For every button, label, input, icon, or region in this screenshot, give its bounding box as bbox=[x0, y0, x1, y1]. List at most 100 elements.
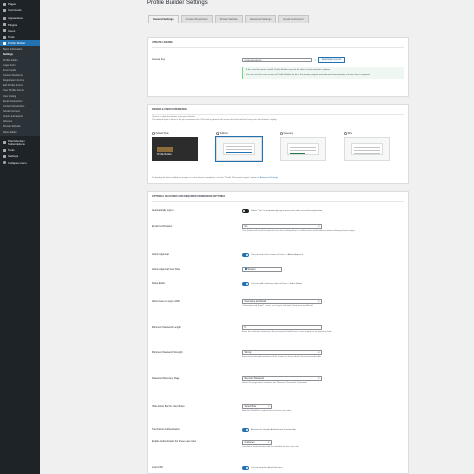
min-password-strength-select[interactable]: Strong bbox=[242, 350, 322, 355]
design-card: Design & User Experience Choose a style … bbox=[147, 104, 409, 184]
two-factor-label: Two-Factor Authentication bbox=[152, 428, 180, 431]
sidebar-item-label: Appearance bbox=[8, 16, 24, 21]
email-confirmation-help: This feature will send an email to new u… bbox=[242, 229, 356, 232]
profile-builder-icon bbox=[3, 41, 6, 45]
license-notice: If the serial becomes invalid, Profile B… bbox=[242, 67, 404, 79]
min-password-length-label: Minimum Password Length bbox=[152, 326, 181, 329]
users-icon bbox=[3, 29, 6, 33]
admin-approval-help: You can find a list of users at Users > … bbox=[251, 254, 304, 257]
design-option-label: Greenery bbox=[283, 133, 294, 135]
min-password-strength-help: A password strength indicator will be sh… bbox=[242, 355, 322, 358]
design-description-2: The default style is there to let you cu… bbox=[152, 119, 278, 121]
checkbox-icon bbox=[244, 268, 247, 270]
sidebar-item-label: Pages bbox=[8, 2, 16, 7]
password-recovery-select[interactable]: Recover Password bbox=[242, 376, 322, 381]
design-footer-note: To display the forms added on a page or … bbox=[152, 177, 260, 179]
sidebar-item-label: Plugins bbox=[8, 22, 18, 27]
sidebar-item-label: Comments bbox=[8, 8, 22, 13]
profile-builder-submenu: Basic Information Settings Profile Field… bbox=[0, 46, 40, 137]
design-option-greenery[interactable]: Greenery bbox=[280, 132, 326, 161]
pages-icon bbox=[3, 2, 6, 6]
authenticator-roles-select[interactable]: Customer bbox=[242, 440, 272, 445]
automatic-login-help: Select "Yes" to automatically log in new… bbox=[251, 210, 323, 213]
radio-slim[interactable] bbox=[344, 132, 347, 135]
plugins-icon bbox=[3, 23, 6, 27]
optional-features-card: Optional Features and Required Permissio… bbox=[147, 191, 409, 474]
license-header: Update License bbox=[152, 41, 173, 44]
design-option-slim[interactable]: Slim bbox=[344, 132, 390, 161]
sidebar-item-label: Paid Member Subscriptions bbox=[8, 138, 25, 146]
wrench-icon bbox=[3, 148, 6, 152]
admin-approval-role-label: Admin Approval User Role bbox=[152, 268, 181, 271]
design-option-label: Sublime bbox=[219, 133, 228, 135]
radio-greenery[interactable] bbox=[280, 132, 283, 135]
license-key-label: License Key bbox=[152, 58, 166, 61]
design-option-label: Default Style bbox=[155, 133, 169, 135]
design-option-default[interactable]: Default Style Profile Builder bbox=[152, 132, 198, 161]
thumbnail-logo-text: Profile Builder bbox=[157, 153, 172, 156]
hide-admin-bar-select[interactable]: Select Role bbox=[242, 404, 272, 409]
roles-editor-help: You can add / edit user roles at Users >… bbox=[251, 283, 303, 286]
sidebar-item-label: Profile Builder bbox=[8, 41, 26, 46]
design-option-sublime[interactable]: Sublime bbox=[215, 132, 263, 162]
login-with-help: "Username and Email" - users can Log In … bbox=[242, 304, 314, 307]
load-css-toggle[interactable] bbox=[242, 466, 249, 470]
subscriptions-icon bbox=[3, 141, 6, 145]
tab-advanced-settings[interactable]: Advanced Settings bbox=[244, 15, 277, 23]
settings-icon bbox=[3, 154, 6, 158]
roles-editor-label: Roles Editor bbox=[152, 282, 166, 285]
radio-sublime[interactable] bbox=[216, 132, 219, 135]
tab-general-settings[interactable]: General Settings bbox=[148, 15, 179, 23]
min-password-length-input[interactable]: 8 bbox=[242, 325, 322, 330]
design-header: Design & User Experience bbox=[152, 108, 187, 111]
email-confirmation-select[interactable]: No bbox=[242, 224, 322, 229]
admin-approval-label: Admin Approval bbox=[152, 253, 169, 256]
load-css-help: You can find the default file here: bbox=[251, 467, 283, 470]
license-key-input[interactable]: ••••••••••••••••••••• bbox=[242, 57, 312, 63]
sidebar-item-label: Settings bbox=[8, 154, 19, 159]
hide-admin-bar-label: Hide Admin Bar for User Roles bbox=[152, 405, 185, 408]
license-notice-text-1: If the serial becomes invalid, Profile B… bbox=[246, 69, 331, 71]
page-title: Profile Builder Settings bbox=[147, 0, 208, 6]
min-password-strength-label: Minimum Password Strength bbox=[152, 351, 183, 354]
appearance-icon bbox=[3, 16, 6, 20]
sidebar-item-label: Tools bbox=[8, 148, 15, 153]
collapse-icon bbox=[3, 161, 6, 165]
advanced-settings-link[interactable]: Advanced Settings bbox=[260, 177, 278, 179]
greenery-thumbnail[interactable] bbox=[280, 137, 326, 161]
email-confirmation-label: Email Confirmation bbox=[152, 225, 173, 228]
profile-builder-logo bbox=[157, 147, 173, 152]
slim-thumbnail[interactable] bbox=[344, 137, 390, 161]
tab-private-website[interactable]: Private Website bbox=[214, 15, 243, 23]
password-recovery-label: Password Recovery Page bbox=[152, 377, 180, 380]
admin-approval-role-select[interactable]: Student bbox=[242, 267, 282, 272]
sidebar-item-paid-member-subscriptions[interactable]: Paid Member Subscriptions bbox=[0, 138, 40, 147]
design-option-label: Slim bbox=[347, 133, 353, 135]
hide-admin-bar-help: Hide the WordPress admin bar for these u… bbox=[242, 409, 292, 412]
password-recovery-help: Select the page which contains the "Reco… bbox=[242, 381, 308, 384]
two-factor-help: Activate the Google Authenticator functi… bbox=[251, 429, 297, 432]
license-card: Update License License Key •••••••••••••… bbox=[147, 37, 409, 97]
sidebar-item-label: Tools bbox=[8, 35, 15, 40]
main-content: Profile Builder Settings General Setting… bbox=[40, 0, 474, 474]
optional-features-header: Optional Features and Required Permissio… bbox=[152, 195, 226, 198]
tab-email-customizer[interactable]: Email Customizer bbox=[278, 15, 309, 23]
two-factor-toggle[interactable] bbox=[242, 428, 249, 432]
login-with-select[interactable]: Username and Email bbox=[242, 299, 322, 304]
sidebar-item-label: Users bbox=[8, 28, 16, 33]
radio-default[interactable] bbox=[152, 132, 155, 135]
deactivate-license-button[interactable]: Deactivate License bbox=[318, 57, 345, 63]
settings-tabs: General Settings Content Restriction Pri… bbox=[148, 15, 309, 23]
submenu-roles-editor[interactable]: Roles Editor bbox=[0, 130, 40, 135]
admin-approval-toggle[interactable] bbox=[242, 253, 249, 257]
load-css-label: Load CSS bbox=[152, 466, 163, 469]
sublime-thumbnail[interactable] bbox=[215, 136, 263, 162]
default-style-thumbnail[interactable]: Profile Builder bbox=[152, 137, 198, 161]
roles-editor-toggle[interactable] bbox=[242, 282, 249, 286]
admin-sidebar: Pages Comments Appearance Plugins Users … bbox=[0, 0, 40, 474]
tools-icon bbox=[3, 35, 6, 39]
tab-content-restriction[interactable]: Content Restriction bbox=[180, 15, 213, 23]
automatic-login-toggle[interactable] bbox=[242, 209, 249, 213]
collapse-menu-button[interactable]: Collapse menu bbox=[0, 160, 40, 166]
comments-icon bbox=[3, 8, 6, 12]
